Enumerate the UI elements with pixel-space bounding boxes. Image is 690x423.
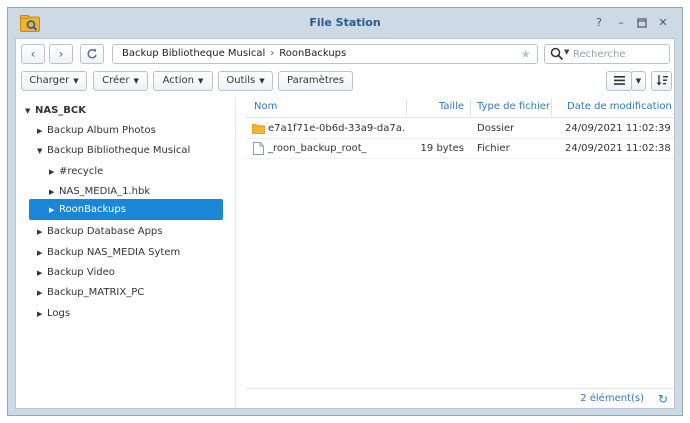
tree-item-label: Backup_MATRIX_PC xyxy=(47,287,145,298)
breadcrumb-separator-icon: › xyxy=(270,48,275,59)
tree-item-logs[interactable]: ▶ Logs xyxy=(37,303,70,324)
back-button[interactable]: ‹ xyxy=(21,44,45,64)
file-modified: 24/09/2021 11:02:39 xyxy=(565,123,671,134)
caret-down-icon[interactable]: ▼ xyxy=(37,141,47,162)
file-name: e7a1f71e-0b6d-33a9-da7a... xyxy=(268,123,404,134)
file-modified: 24/09/2021 11:02:38 xyxy=(565,143,671,154)
caret-right-icon[interactable]: ▶ xyxy=(37,304,47,325)
tree-item-label: NAS_MEDIA_1.hbk xyxy=(59,186,151,197)
window-title: File Station xyxy=(309,16,381,29)
tree-item-backup-nas-media-sytem[interactable]: ▶ Backup NAS_MEDIA Sytem xyxy=(37,242,180,263)
file-name: _roon_backup_root_ xyxy=(268,143,367,154)
action-button-label: Action xyxy=(162,75,194,86)
sort-icon xyxy=(656,75,668,86)
tree-item-label: Logs xyxy=(47,308,71,319)
column-separator[interactable] xyxy=(470,99,471,116)
breadcrumb-item[interactable]: Backup Bibliotheque Musical xyxy=(122,48,265,59)
file-row[interactable]: e7a1f71e-0b6d-33a9-da7a... Dossier 24/09… xyxy=(246,119,674,139)
forward-button[interactable]: › xyxy=(49,44,73,64)
favorite-star-icon[interactable]: ★ xyxy=(520,45,531,63)
chevron-down-icon: ▼ xyxy=(133,77,139,85)
settings-button-label: Paramètres xyxy=(286,75,345,86)
tree-root-nas-bck[interactable]: ▼ NAS_BCK xyxy=(25,100,86,121)
tree-item-backup-matrix-pc[interactable]: ▶ Backup_MATRIX_PC xyxy=(37,282,144,303)
chevron-down-icon: ▼ xyxy=(73,77,79,85)
tree-item-backup-album-photos[interactable]: ▶ Backup Album Photos xyxy=(37,120,156,141)
folder-icon xyxy=(252,124,265,134)
settings-button[interactable]: Paramètres xyxy=(278,71,353,91)
file-row[interactable]: _roon_backup_root_ 19 bytes Fichier 24/0… xyxy=(246,139,674,159)
column-header-name[interactable]: Nom xyxy=(254,97,277,118)
tree-item-roonbackups[interactable]: ▶ RoonBackups xyxy=(29,199,223,220)
tree-item-backup-database-apps[interactable]: ▶ Backup Database Apps xyxy=(37,221,162,242)
item-count: 2 élément(s) xyxy=(580,393,644,404)
action-button[interactable]: Action ▼ xyxy=(153,71,213,91)
column-header-modified[interactable]: Date de modification xyxy=(567,97,672,118)
tree-item-label: #recycle xyxy=(59,166,104,177)
close-icon[interactable]: ✕ xyxy=(656,16,670,30)
tree-item-backup-video[interactable]: ▶ Backup Video xyxy=(37,262,115,283)
tree-item-label: Backup NAS_MEDIA Sytem xyxy=(47,247,181,258)
chevron-down-icon: ▼ xyxy=(197,77,204,85)
refresh-icon[interactable]: ↻ xyxy=(656,392,670,406)
view-mode-dropdown[interactable]: ▼ xyxy=(631,71,646,91)
chevron-down-icon: ▼ xyxy=(259,77,265,85)
title-bar: File Station ? – ✕ xyxy=(8,8,682,38)
caret-right-icon[interactable]: ▶ xyxy=(37,283,47,304)
upload-button[interactable]: Charger ▼ xyxy=(21,71,87,91)
folder-tree: ▼ NAS_BCK ▶ Backup Album Photos ▼ Backup Bi… xyxy=(16,97,229,408)
tree-item-backup-bibliotheque-musical[interactable]: ▼ Backup Bibliotheque Musical xyxy=(37,140,190,161)
tree-item-label: RoonBackups xyxy=(59,204,126,215)
minimize-icon[interactable]: – xyxy=(614,16,628,30)
caret-right-icon[interactable]: ▶ xyxy=(37,121,47,142)
search-box[interactable]: ▼ xyxy=(544,44,670,64)
caret-down-icon[interactable]: ▼ xyxy=(25,101,35,122)
search-icon[interactable] xyxy=(550,47,564,61)
help-icon[interactable]: ? xyxy=(592,16,606,30)
file-list-header: Nom Taille Type de fichier Date de modif… xyxy=(246,97,674,118)
status-bar: 2 élément(s) ↻ xyxy=(246,388,674,408)
tree-item-label: Backup Album Photos xyxy=(47,125,156,136)
list-view-icon xyxy=(613,76,625,85)
file-icon xyxy=(253,142,264,155)
caret-right-icon[interactable]: ▶ xyxy=(37,263,47,284)
caret-right-icon[interactable]: ▶ xyxy=(49,162,59,183)
view-list-button[interactable] xyxy=(606,71,632,91)
file-size: 19 bytes xyxy=(420,143,464,154)
column-header-size[interactable]: Taille xyxy=(406,97,464,118)
column-header-type[interactable]: Type de fichier xyxy=(477,97,550,118)
file-type: Fichier xyxy=(477,143,510,154)
file-station-window: File Station ? – ✕ ‹ › Backup Bibliotheq… xyxy=(7,7,683,416)
file-type: Dossier xyxy=(477,123,515,134)
tree-item-label: Backup Database Apps xyxy=(47,226,163,237)
column-separator[interactable] xyxy=(551,99,552,116)
pane-divider[interactable] xyxy=(235,97,236,408)
breadcrumb-item-current[interactable]: RoonBackups xyxy=(279,48,346,59)
caret-right-icon[interactable]: ▶ xyxy=(37,243,47,264)
chevron-down-icon: ▼ xyxy=(635,77,642,85)
sort-button[interactable] xyxy=(651,71,672,91)
maximize-icon[interactable] xyxy=(635,16,649,30)
refresh-button[interactable] xyxy=(80,44,104,64)
upload-button-label: Charger xyxy=(29,75,70,86)
refresh-path-icon xyxy=(87,48,97,59)
search-dropdown-icon[interactable]: ▼ xyxy=(564,48,569,56)
tree-item-label: Backup Video xyxy=(47,267,115,278)
create-button-label: Créer xyxy=(102,75,130,86)
search-input[interactable] xyxy=(573,46,665,62)
caret-right-icon[interactable]: ▶ xyxy=(37,222,47,243)
tree-item-label: Backup Bibliotheque Musical xyxy=(47,145,191,156)
tools-button-label: Outils xyxy=(226,75,256,86)
tree-item-label: NAS_BCK xyxy=(35,105,87,116)
caret-right-icon[interactable]: ▶ xyxy=(49,200,59,221)
create-button[interactable]: Créer ▼ xyxy=(93,71,148,91)
tree-item-recycle[interactable]: ▶ #recycle xyxy=(49,161,103,182)
tools-button[interactable]: Outils ▼ xyxy=(218,71,273,91)
path-bar[interactable]: Backup Bibliotheque Musical › RoonBackups … xyxy=(112,44,538,64)
window-content: ‹ › Backup Bibliotheque Musical › RoonBack… xyxy=(15,38,675,409)
